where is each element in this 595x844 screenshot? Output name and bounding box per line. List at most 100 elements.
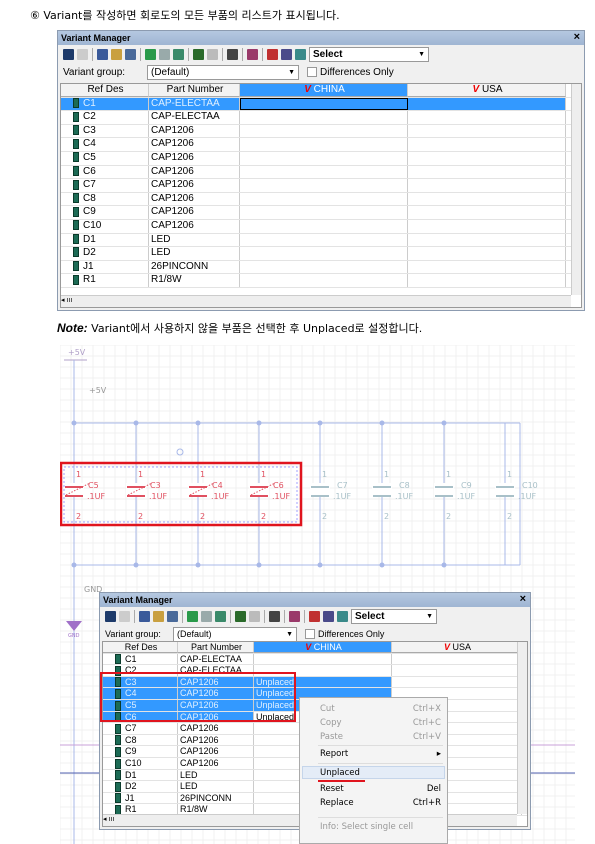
part-number-cell[interactable]: CAP1206 <box>149 219 240 233</box>
filter-icon[interactable] <box>281 48 292 60</box>
book-icon[interactable] <box>289 610 300 622</box>
grid-icon[interactable] <box>235 610 246 622</box>
table-row[interactable]: C7 CAP1206 <box>61 179 581 193</box>
save-icon[interactable] <box>63 48 74 60</box>
tree-icon[interactable] <box>227 48 238 60</box>
china-cell[interactable] <box>240 97 408 111</box>
usa-cell[interactable] <box>392 676 522 688</box>
menu-item-reset[interactable]: Reset Del <box>320 784 441 794</box>
menu-item-cut[interactable]: Cut Ctrl+X <box>320 704 441 714</box>
part-number-cell[interactable]: CAP1206 <box>149 206 240 219</box>
part-number-cell[interactable]: R1/8W <box>149 274 240 287</box>
part-number-cell[interactable]: CAP1206 <box>149 138 240 151</box>
vertical-scrollbar[interactable] <box>571 84 581 295</box>
ref-des-cell[interactable]: C9 <box>61 206 149 219</box>
part-number-cell[interactable]: CAP1206 <box>149 151 240 165</box>
part-number-cell[interactable]: LED <box>149 233 240 247</box>
part-number-cell[interactable]: CAP1206 <box>178 757 254 769</box>
report-icon[interactable] <box>97 48 108 60</box>
part-number-cell[interactable]: CAP1206 <box>149 179 240 192</box>
china-cell[interactable] <box>240 151 408 165</box>
column-header[interactable]: Part Number <box>149 84 240 97</box>
report-icon[interactable] <box>139 610 150 622</box>
ref-des-cell[interactable]: R1 <box>61 274 149 287</box>
ref-des-cell[interactable]: J1 <box>61 260 149 274</box>
part-number-cell[interactable]: CAP1206 <box>149 124 240 138</box>
table-row[interactable]: D1 LED <box>61 233 581 248</box>
ref-des-cell[interactable]: C7 <box>103 723 178 734</box>
add-icon[interactable] <box>159 48 170 60</box>
usa-cell[interactable] <box>408 247 566 260</box>
china-cell[interactable] <box>240 233 408 247</box>
part-number-cell[interactable]: 26PINCONN <box>178 792 254 804</box>
china-cell[interactable] <box>240 138 408 151</box>
vertical-scrollbar[interactable] <box>517 642 527 814</box>
part-number-cell[interactable]: CAP-ELECTAA <box>149 111 240 124</box>
table-row[interactable]: C1 CAP-ELECTAA <box>61 97 581 112</box>
china-cell[interactable] <box>240 165 408 179</box>
ref-des-cell[interactable]: C8 <box>61 192 149 206</box>
table-row[interactable]: C2 CAP-ELECTAA <box>61 111 581 125</box>
ref-des-cell[interactable]: C5 <box>61 151 149 165</box>
usa-cell[interactable] <box>392 665 522 676</box>
add-icon[interactable] <box>201 610 212 622</box>
usa-cell[interactable] <box>408 206 566 219</box>
globe-icon[interactable] <box>337 610 348 622</box>
ref-des-cell[interactable]: C4 <box>61 138 149 151</box>
china-cell[interactable] <box>254 653 392 665</box>
usa-cell[interactable] <box>408 111 566 124</box>
differences-only-checkbox[interactable] <box>305 629 315 639</box>
china-cell[interactable] <box>240 111 408 124</box>
grid-icon[interactable] <box>193 48 204 60</box>
add-up-icon[interactable] <box>187 610 198 622</box>
ref-des-cell[interactable]: J1 <box>103 792 178 804</box>
table-row[interactable]: C6 CAP1206 <box>61 165 581 180</box>
usa-cell[interactable] <box>408 138 566 151</box>
part-number-cell[interactable]: CAP1206 <box>178 734 254 746</box>
close-button[interactable]: × <box>520 593 526 605</box>
part-number-cell[interactable]: CAP-ELECTAA <box>149 97 240 111</box>
usa-cell[interactable] <box>408 179 566 192</box>
ref-des-cell[interactable]: C10 <box>61 219 149 233</box>
ref-des-cell[interactable]: D2 <box>61 247 149 260</box>
save-icon[interactable] <box>105 610 116 622</box>
ref-des-cell[interactable]: C9 <box>103 746 178 757</box>
china-cell[interactable] <box>240 179 408 192</box>
menu-item-paste[interactable]: Paste Ctrl+V <box>320 732 441 742</box>
table-row[interactable]: D2 LED <box>61 247 581 261</box>
column-header[interactable]: V CHINA <box>254 642 392 653</box>
usa-cell[interactable] <box>408 274 566 287</box>
usa-cell[interactable] <box>392 653 522 665</box>
part-number-cell[interactable]: LED <box>178 769 254 781</box>
horizontal-scrollbar[interactable]: ◂ ııı <box>61 295 571 307</box>
ref-des-cell[interactable]: C8 <box>103 734 178 746</box>
swap-icon[interactable] <box>215 610 226 622</box>
paste-icon[interactable] <box>153 610 164 622</box>
china-cell[interactable] <box>240 124 408 138</box>
variant-group-select[interactable]: (Default) ▼ <box>173 626 297 642</box>
menu-item-info-select-single-cell[interactable]: Info: Select single cell <box>320 822 441 832</box>
grid-disabled-icon[interactable] <box>207 48 218 60</box>
ref-des-cell[interactable]: C7 <box>61 179 149 192</box>
table-row[interactable]: C4 CAP1206 <box>61 138 581 152</box>
menu-item-copy[interactable]: Copy Ctrl+C <box>320 718 441 728</box>
part-number-cell[interactable]: CAP1206 <box>178 746 254 757</box>
table-row[interactable]: C3 CAP1206 <box>61 124 581 139</box>
ref-des-cell[interactable]: C2 <box>61 111 149 124</box>
ref-des-cell[interactable]: C1 <box>103 653 178 665</box>
grid-disabled-icon[interactable] <box>249 610 260 622</box>
swap-icon[interactable] <box>173 48 184 60</box>
column-header[interactable]: Ref Des <box>103 642 178 653</box>
china-cell[interactable] <box>240 206 408 219</box>
usa-cell[interactable] <box>408 97 566 111</box>
column-header[interactable]: Part Number <box>178 642 254 653</box>
ref-des-cell[interactable]: C1 <box>61 97 149 111</box>
menu-item-unplaced[interactable]: Unplaced <box>320 768 441 778</box>
usa-cell[interactable] <box>408 219 566 233</box>
part-number-cell[interactable]: 26PINCONN <box>149 260 240 274</box>
select-dropdown[interactable]: Select ▼ <box>351 608 437 624</box>
book-icon[interactable] <box>247 48 258 60</box>
usa-cell[interactable] <box>408 165 566 179</box>
part-number-cell[interactable]: CAP-ELECTAA <box>178 653 254 665</box>
menu-item-report[interactable]: Report ▸ <box>320 749 441 759</box>
